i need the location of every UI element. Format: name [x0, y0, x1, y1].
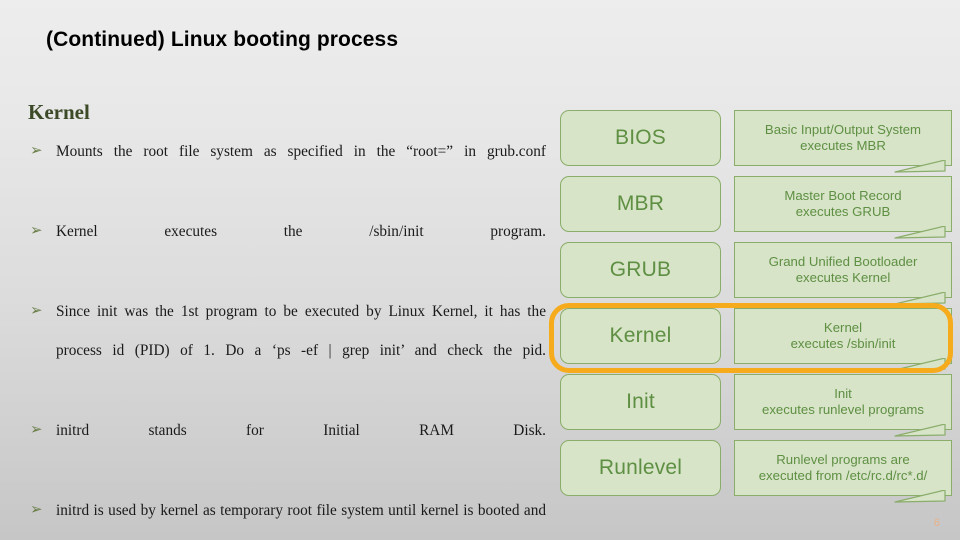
callout-tail-icon — [894, 225, 946, 239]
bullet-item: ➢ initrd is used by kernel as temporary r… — [28, 491, 546, 540]
stage-box[interactable]: Init — [560, 374, 721, 430]
bullet-text: Mounts the root file system as specified… — [56, 143, 546, 160]
content-column: Kernel ➢ Mounts the root file system as s… — [28, 100, 546, 540]
bullet-text: Kernel executes the /sbin/init program. — [56, 223, 546, 240]
boot-sequence-diagram: BIOS Basic Input/Output System executes MB… — [558, 110, 954, 503]
diagram-row: GRUB Grand Unified Bootloader executes Ker… — [558, 242, 954, 305]
diagram-row: Kernel Kernel executes /sbin/init — [558, 308, 954, 371]
stage-callout[interactable]: Grand Unified Bootloader executes Kernel — [734, 242, 952, 305]
stage-description: Basic Input/Output System executes MBR — [734, 110, 952, 166]
stage-box[interactable]: BIOS — [560, 110, 721, 166]
bullet-arrow-icon: ➢ — [30, 303, 43, 319]
stage-callout[interactable]: Master Boot Record executes GRUB — [734, 176, 952, 239]
stage-description: Master Boot Record executes GRUB — [734, 176, 952, 232]
stage-box[interactable]: Runlevel — [560, 440, 721, 496]
stage-description: Kernel executes /sbin/init — [734, 308, 952, 364]
stage-description: Init executes runlevel programs — [734, 374, 952, 430]
stage-callout[interactable]: Kernel executes /sbin/init — [734, 308, 952, 371]
section-heading: Kernel — [28, 100, 90, 124]
callout-tail-icon — [894, 489, 946, 503]
bullet-arrow-icon: ➢ — [30, 223, 43, 239]
diagram-row: Init Init executes runlevel programs — [558, 374, 954, 437]
stage-description: Grand Unified Bootloader executes Kernel — [734, 242, 952, 298]
stage-callout[interactable]: Basic Input/Output System executes MBR — [734, 110, 952, 173]
bullet-list: ➢ Mounts the root file system as specifie… — [28, 132, 546, 540]
bullet-item: ➢ Since init was the 1st program to be ex… — [28, 292, 546, 409]
stage-box[interactable]: Kernel — [560, 308, 721, 364]
bullet-item: ➢ Kernel executes the /sbin/init program. — [28, 212, 546, 290]
callout-tail-icon — [894, 357, 946, 371]
stage-box[interactable]: GRUB — [560, 242, 721, 298]
callout-tail-icon — [894, 159, 946, 173]
bullet-item: ➢ initrd stands for Initial RAM Disk. — [28, 411, 546, 489]
bullet-arrow-icon: ➢ — [30, 143, 43, 159]
bullet-text: initrd is used by kernel as temporary ro… — [56, 502, 546, 519]
bullet-item: ➢ Mounts the root file system as specifie… — [28, 132, 546, 210]
stage-box[interactable]: MBR — [560, 176, 721, 232]
diagram-row: Runlevel Runlevel programs are executed fr… — [558, 440, 954, 503]
stage-callout[interactable]: Init executes runlevel programs — [734, 374, 952, 437]
stage-callout[interactable]: Runlevel programs are executed from /etc/… — [734, 440, 952, 503]
bullet-text: Since init was the 1st program to be exe… — [56, 303, 546, 359]
callout-tail-icon — [894, 291, 946, 305]
slide-canvas: (Continued) Linux booting process Kernel… — [0, 0, 960, 540]
bullet-arrow-icon: ➢ — [30, 502, 43, 518]
page-title: (Continued) Linux booting process — [46, 28, 399, 51]
callout-tail-icon — [894, 423, 946, 437]
slide-number: 6 — [933, 517, 940, 529]
bullet-text: initrd stands for Initial RAM Disk. — [56, 422, 546, 439]
stage-description: Runlevel programs are executed from /etc/… — [734, 440, 952, 496]
diagram-row: BIOS Basic Input/Output System executes MB… — [558, 110, 954, 173]
diagram-row: MBR Master Boot Record executes GRUB — [558, 176, 954, 239]
bullet-arrow-icon: ➢ — [30, 422, 43, 438]
